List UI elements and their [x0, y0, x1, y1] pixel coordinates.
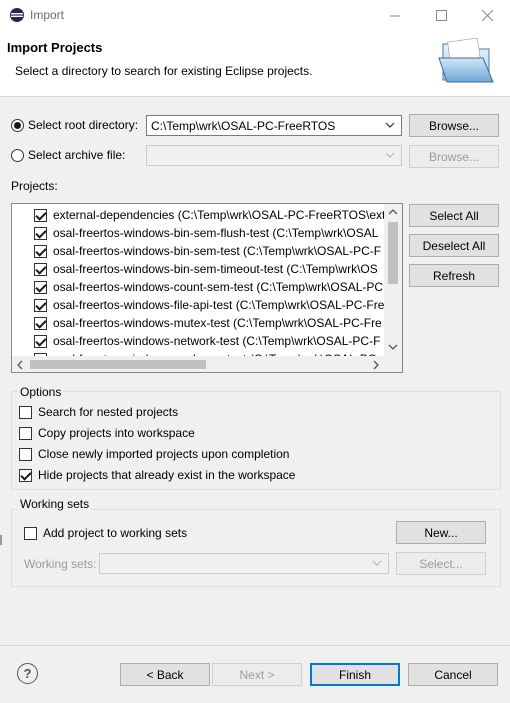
root-directory-option[interactable]: Select root directory:: [11, 118, 138, 132]
project-label: osal-freertos-windows-file-api-test (C:\…: [53, 298, 385, 312]
project-item[interactable]: osal-freertos-windows-count-sem-test (C:…: [34, 278, 383, 296]
option-item[interactable]: Close newly imported projects upon compl…: [19, 447, 289, 461]
project-checkbox[interactable]: [34, 208, 47, 222]
folder-icon: [438, 37, 494, 83]
vertical-scroll-thumb[interactable]: [388, 222, 398, 284]
chevron-down-icon: [372, 560, 382, 566]
chevron-down-icon: [385, 122, 395, 128]
root-directory-radio[interactable]: [11, 118, 24, 132]
scroll-down-icon[interactable]: [388, 343, 398, 351]
option-item[interactable]: Hide projects that already exist in the …: [19, 468, 295, 482]
select-all-button[interactable]: Select All: [409, 204, 499, 227]
title-bar: Import: [0, 0, 510, 31]
option-label: Copy projects into workspace: [38, 426, 195, 440]
projects-list[interactable]: external-dependencies (C:\Temp\wrk\OSAL-…: [11, 203, 403, 373]
wizard-header: Import Projects Select a directory to se…: [0, 31, 510, 97]
close-button[interactable]: [464, 0, 510, 31]
horizontal-scroll-thumb[interactable]: [30, 360, 206, 369]
option-checkbox[interactable]: [19, 405, 32, 419]
refresh-button[interactable]: Refresh: [409, 264, 499, 287]
working-sets-title: Working sets: [18, 497, 92, 511]
options-title: Options: [18, 385, 64, 399]
horizontal-scrollbar[interactable]: [12, 356, 384, 372]
project-checkbox[interactable]: [34, 316, 47, 330]
browse-archive-button[interactable]: Browse...: [409, 145, 499, 168]
project-checkbox[interactable]: [34, 334, 47, 348]
eclipse-icon: [10, 8, 24, 22]
window-title: Import: [30, 8, 65, 22]
project-item[interactable]: external-dependencies (C:\Temp\wrk\OSAL-…: [34, 206, 396, 224]
archive-file-label: Select archive file:: [28, 148, 126, 162]
maximize-icon: [435, 10, 447, 21]
scroll-left-icon[interactable]: [16, 360, 24, 370]
root-directory-value: C:\Temp\wrk\OSAL-PC-FreeRTOS: [151, 118, 336, 133]
option-item[interactable]: Copy projects into workspace: [19, 426, 195, 440]
add-to-working-sets-option[interactable]: Add project to working sets: [24, 526, 187, 540]
project-label: osal-freertos-windows-mutex-test (C:\Tem…: [53, 316, 382, 330]
option-item[interactable]: Search for nested projects: [19, 405, 178, 419]
option-label: Close newly imported projects upon compl…: [38, 447, 290, 461]
project-label: osal-freertos-windows-bin-sem-flush-test…: [53, 226, 379, 240]
project-label: osal-freertos-windows-bin-sem-test (C:\T…: [53, 244, 382, 258]
project-item[interactable]: osal-freertos-windows-network-test (C:\T…: [34, 332, 380, 350]
option-checkbox[interactable]: [19, 426, 32, 440]
add-to-working-sets-label: Add project to working sets: [43, 526, 188, 540]
project-label: osal-freertos-windows-count-sem-test (C:…: [53, 280, 384, 294]
project-label: external-dependencies (C:\Temp\wrk\OSAL-…: [53, 208, 397, 222]
project-checkbox[interactable]: [34, 298, 47, 312]
project-item[interactable]: osal-freertos-windows-bin-sem-flush-test…: [34, 224, 378, 242]
browse-button[interactable]: Browse...: [409, 114, 499, 137]
option-label: Hide projects that already exist in the …: [38, 468, 296, 482]
root-directory-combo[interactable]: C:\Temp\wrk\OSAL-PC-FreeRTOS: [146, 115, 402, 136]
page-description: Select a directory to search for existin…: [15, 64, 313, 78]
scroll-up-icon[interactable]: [388, 208, 398, 216]
working-sets-combo[interactable]: [99, 553, 389, 574]
project-checkbox[interactable]: [34, 280, 47, 294]
back-button[interactable]: < Back: [120, 663, 210, 686]
projects-label: Projects:: [11, 179, 58, 193]
archive-file-radio[interactable]: [11, 148, 24, 162]
project-checkbox[interactable]: [34, 226, 47, 240]
project-item[interactable]: osal-freertos-windows-bin-sem-test (C:\T…: [34, 242, 381, 260]
project-checkbox[interactable]: [34, 262, 47, 276]
archive-file-combo[interactable]: [146, 145, 402, 166]
project-item[interactable]: osal-freertos-windows-mutex-test (C:\Tem…: [34, 314, 382, 332]
scroll-corner: [384, 356, 402, 372]
vertical-scrollbar[interactable]: [384, 204, 402, 356]
project-item[interactable]: osal-freertos-windows-bin-sem-timeout-te…: [34, 260, 378, 278]
divider: [0, 535, 2, 545]
project-label: osal-freertos-windows-bin-sem-timeout-te…: [53, 262, 378, 276]
new-working-set-button[interactable]: New...: [396, 521, 486, 544]
page-title: Import Projects: [7, 40, 103, 55]
help-icon[interactable]: ?: [17, 663, 38, 684]
close-icon: [481, 10, 493, 21]
root-directory-label: Select root directory:: [28, 118, 139, 132]
project-item[interactable]: osal-freertos-windows-file-api-test (C:\…: [34, 296, 384, 314]
minimize-button[interactable]: [372, 0, 418, 31]
scroll-right-icon[interactable]: [372, 360, 380, 370]
option-checkbox[interactable]: [19, 468, 32, 482]
option-checkbox[interactable]: [19, 447, 32, 461]
project-label: osal-freertos-windows-network-test (C:\T…: [53, 334, 381, 348]
archive-file-option[interactable]: Select archive file:: [11, 148, 125, 162]
project-checkbox[interactable]: [34, 244, 47, 258]
footer-divider: [0, 645, 510, 646]
finish-button[interactable]: Finish: [310, 663, 400, 686]
chevron-down-icon: [385, 152, 395, 158]
maximize-button[interactable]: [418, 0, 464, 31]
deselect-all-button[interactable]: Deselect All: [409, 234, 499, 257]
select-working-sets-button[interactable]: Select...: [396, 552, 486, 575]
minimize-icon: [390, 15, 400, 16]
option-label: Search for nested projects: [38, 405, 179, 419]
next-button[interactable]: Next >: [212, 663, 302, 686]
cancel-button[interactable]: Cancel: [408, 663, 498, 686]
add-to-working-sets-checkbox[interactable]: [24, 526, 37, 540]
working-sets-label: Working sets:: [24, 557, 97, 571]
